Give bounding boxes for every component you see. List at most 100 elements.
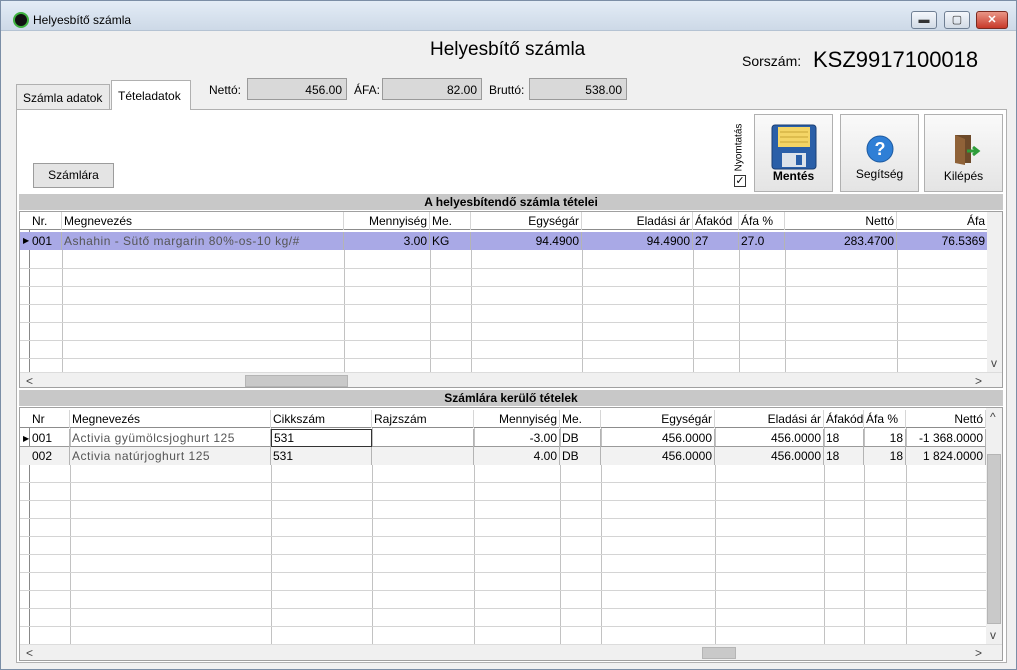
grid2-col-netto[interactable]: Nettó <box>906 410 986 428</box>
scroll-up-icon[interactable]: ^ <box>990 410 996 424</box>
minimize-button[interactable]: ▬ <box>911 11 937 29</box>
scroll-left-icon[interactable]: < <box>26 646 33 660</box>
grid2-cell-afakod[interactable]: 18 <box>824 447 864 465</box>
grid1-cell-egysegar[interactable]: 94.4900 <box>471 232 582 250</box>
grid1-vertical-scrollbar[interactable]: v <box>987 212 1002 372</box>
grid2-cell-mennyiseg[interactable]: 4.00 <box>474 447 560 465</box>
grid1-title: A helyesbítendő számla tételei <box>19 194 1003 210</box>
grid1-col-eladasi-ar[interactable]: Eladási ár <box>582 212 693 230</box>
grid2-col-cikkszam[interactable]: Cikkszám <box>271 410 372 428</box>
grid2-col-megnevezes[interactable]: Megnevezés <box>70 410 271 428</box>
grid1-col-afa-pct[interactable]: Áfa % <box>739 212 785 230</box>
close-button[interactable]: ✕ <box>976 11 1008 29</box>
grid2-cell-nr[interactable]: 002 <box>30 447 70 465</box>
grid2-cell-megnevezes[interactable]: Activia natúrjoghurt 125 <box>70 447 271 465</box>
grid1-cell-nr[interactable]: 001 <box>30 232 62 250</box>
scroll-right-icon[interactable]: > <box>975 374 982 387</box>
grid2-cell-mennyiseg[interactable]: -3.00 <box>474 429 560 447</box>
grid1-cell-eladasi-ar[interactable]: 94.4900 <box>582 232 693 250</box>
help-label: Segítség <box>855 167 904 181</box>
current-row-pointer-icon: ▶ <box>23 434 30 443</box>
help-button[interactable]: ? Segítség <box>840 114 919 192</box>
grid1-col-afa[interactable]: Áfa <box>897 212 988 230</box>
grid1-col-nr[interactable]: Nr. <box>30 212 62 230</box>
grid2-cell-egysegar[interactable]: 456.0000 <box>601 429 715 447</box>
tab-szamla-adatok[interactable]: Számla adatok <box>16 84 110 110</box>
scroll-down-icon[interactable]: v <box>991 356 997 370</box>
grid2-col-me[interactable]: Me. <box>560 410 601 428</box>
grid2-cell-cikkszam[interactable]: 531 <box>272 429 371 447</box>
grid1-col-netto[interactable]: Nettó <box>785 212 897 230</box>
brutto-field: 538.00 <box>529 78 627 100</box>
page-title: Helyesbítő számla <box>430 39 586 60</box>
grid2-cell-me[interactable]: DB <box>560 447 601 465</box>
grid2-cell-afakod[interactable]: 18 <box>824 429 864 447</box>
grid2-cell-netto[interactable]: 1 824.0000 <box>906 447 986 465</box>
grid1-scroll-thumb[interactable] <box>245 375 348 387</box>
window-title: Helyesbítő számla <box>33 13 132 27</box>
grid2-cell-eladasi-ar[interactable]: 456.0000 <box>715 447 824 465</box>
print-option[interactable]: Nyomtatás ✓ <box>729 117 749 189</box>
grid2-cell-afa-pct[interactable]: 18 <box>864 429 906 447</box>
grid1[interactable]: Nr. Megnevezés Mennyiség Me. Egységár El… <box>19 211 1003 388</box>
table-row[interactable]: 002 Activia natúrjoghurt 125 531 4.00 DB… <box>20 447 986 465</box>
grid2-vertical-scrollbar[interactable]: ^ v <box>986 408 1002 644</box>
grid2-cell-me[interactable]: DB <box>560 429 601 447</box>
sorszam-label: Sorszám: <box>742 53 802 69</box>
grid1-cell-afa-pct[interactable]: 27.0 <box>739 232 785 250</box>
exit-button[interactable]: Kilépés <box>924 114 1003 192</box>
grid2-col-afa-pct[interactable]: Áfa % <box>864 410 906 428</box>
exit-door-icon <box>955 135 981 165</box>
grid2-col-eladasi-ar[interactable]: Eladási ár <box>715 410 824 428</box>
grid2-scroll-thumb[interactable] <box>702 647 736 659</box>
print-checkbox[interactable]: ✓ <box>734 175 746 187</box>
grid2-col-nr[interactable]: Nr <box>30 410 70 428</box>
svg-text:?: ? <box>875 139 886 159</box>
grid2-col-afakod[interactable]: Áfakód <box>824 410 864 428</box>
grid2-cell-eladasi-ar[interactable]: 456.0000 <box>715 429 824 447</box>
grid2-cell-nr[interactable]: 001 <box>30 429 70 447</box>
grid1-cell-me[interactable]: KG <box>430 232 471 250</box>
grid2-cell-rajzszam[interactable] <box>372 429 474 447</box>
grid1-col-megnevezes[interactable]: Megnevezés <box>62 212 344 230</box>
grid1-col-egysegar[interactable]: Egységár <box>471 212 582 230</box>
grid2-cell-megnevezes[interactable]: Activia gyümölcsjoghurt 125 <box>70 429 271 447</box>
grid2-horizontal-scrollbar[interactable]: < > <box>20 644 1002 660</box>
afa-field: 82.00 <box>382 78 482 100</box>
table-row[interactable]: ▶ 001 Activia gyümölcsjoghurt 125 531 -3… <box>20 429 986 447</box>
grid1-cell-afakod[interactable]: 27 <box>693 232 739 250</box>
grid2-cell-cikkszam[interactable]: 531 <box>271 447 372 465</box>
grid2-cell-afa-pct[interactable]: 18 <box>864 447 906 465</box>
grid2[interactable]: Nr Megnevezés Cikkszám Rajzszám Mennyisé… <box>19 407 1003 661</box>
grid1-header: Nr. Megnevezés Mennyiség Me. Egységár El… <box>20 212 988 230</box>
grid2-cell-netto[interactable]: -1 368.0000 <box>906 429 986 447</box>
afa-label: ÁFA: <box>354 83 381 97</box>
grid1-cell-megnevezes[interactable]: Ashahin - Sütő margarin 80%-os-10 kg/# <box>62 232 344 250</box>
grid2-cell-egysegar[interactable]: 456.0000 <box>601 447 715 465</box>
grid1-cell-afa[interactable]: 76.5369 <box>897 232 988 250</box>
grid1-col-afakod[interactable]: Áfakód <box>693 212 739 230</box>
maximize-button[interactable]: ▢ <box>944 11 970 29</box>
grid1-col-me[interactable]: Me. <box>430 212 471 230</box>
grid1-horizontal-scrollbar[interactable]: < > <box>20 372 1002 387</box>
sorszam-value: KSZ9917100018 <box>813 47 979 72</box>
tab-teteladatok[interactable]: Tételadatok <box>111 80 191 110</box>
grid1-cell-netto[interactable]: 283.4700 <box>785 232 897 250</box>
szamlara-button[interactable]: Számlára <box>33 163 114 188</box>
exit-label: Kilépés <box>943 169 984 183</box>
table-row[interactable]: ▶ 001 Ashahin - Sütő margarin 80%-os-10 … <box>20 232 988 250</box>
grid1-col-mennyiseg[interactable]: Mennyiség <box>344 212 430 230</box>
save-label: Mentés <box>772 169 815 183</box>
save-button[interactable]: Mentés <box>754 114 833 192</box>
grid1-cell-mennyiseg[interactable]: 3.00 <box>344 232 430 250</box>
grid2-col-egysegar[interactable]: Egységár <box>601 410 715 428</box>
scroll-left-icon[interactable]: < <box>26 374 33 387</box>
grid2-scroll-thumb-vertical[interactable] <box>987 454 1001 624</box>
floppy-disk-icon <box>771 124 817 170</box>
scroll-down-icon[interactable]: v <box>990 628 996 642</box>
grid2-col-rajzszam[interactable]: Rajzszám <box>372 410 474 428</box>
grid2-col-mennyiseg[interactable]: Mennyiség <box>474 410 560 428</box>
scroll-right-icon[interactable]: > <box>975 646 982 660</box>
grid2-cell-rajzszam[interactable] <box>372 447 474 465</box>
netto-label: Nettó: <box>209 83 242 97</box>
